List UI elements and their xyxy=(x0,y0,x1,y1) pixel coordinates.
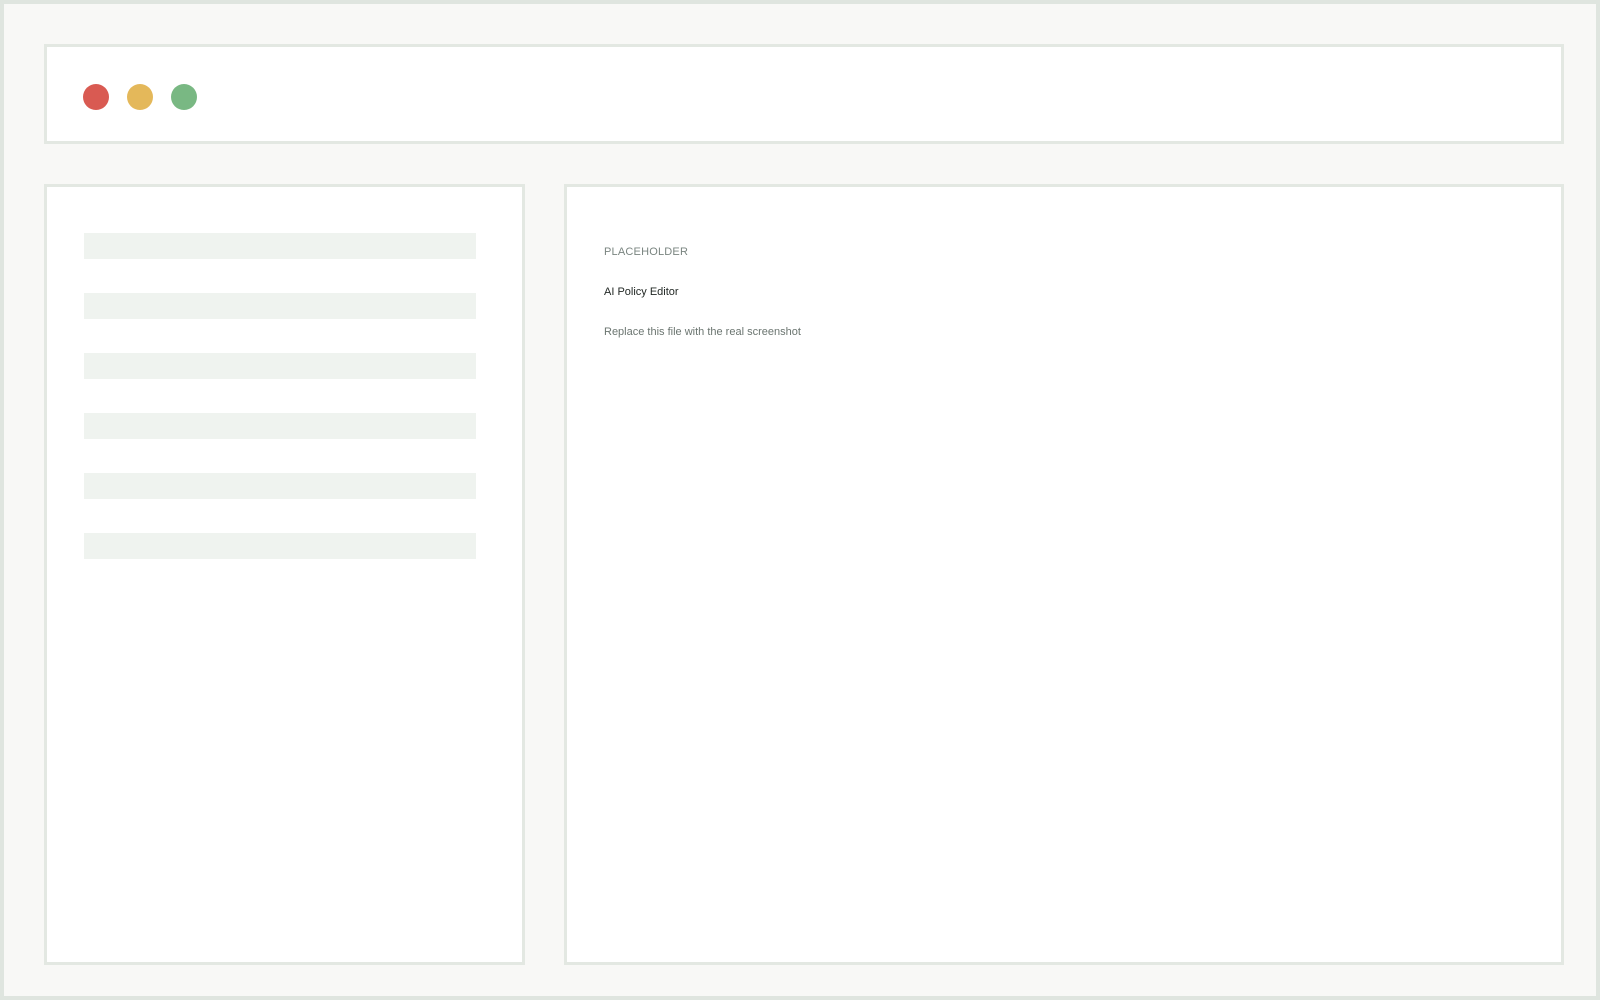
app-window: PLACEHOLDER AI Policy Editor Replace thi… xyxy=(4,4,1596,996)
maximize-window-icon[interactable] xyxy=(171,84,197,110)
sidebar-placeholder-row xyxy=(84,293,476,319)
sidebar-placeholder-row xyxy=(84,533,476,559)
close-window-icon[interactable] xyxy=(83,84,109,110)
sidebar-placeholder-row xyxy=(84,413,476,439)
main-content-panel: PLACEHOLDER AI Policy Editor Replace thi… xyxy=(564,184,1564,965)
sidebar-panel xyxy=(44,184,525,965)
placeholder-label: PLACEHOLDER xyxy=(604,246,689,258)
window-titlebar xyxy=(44,44,1564,144)
minimize-window-icon[interactable] xyxy=(127,84,153,110)
placeholder-message: Replace this file with the real screensh… xyxy=(604,326,801,338)
sidebar-placeholder-row xyxy=(84,353,476,379)
sidebar-placeholder-row xyxy=(84,473,476,499)
sidebar-placeholder-row xyxy=(84,233,476,259)
page-title: AI Policy Editor xyxy=(604,286,679,298)
